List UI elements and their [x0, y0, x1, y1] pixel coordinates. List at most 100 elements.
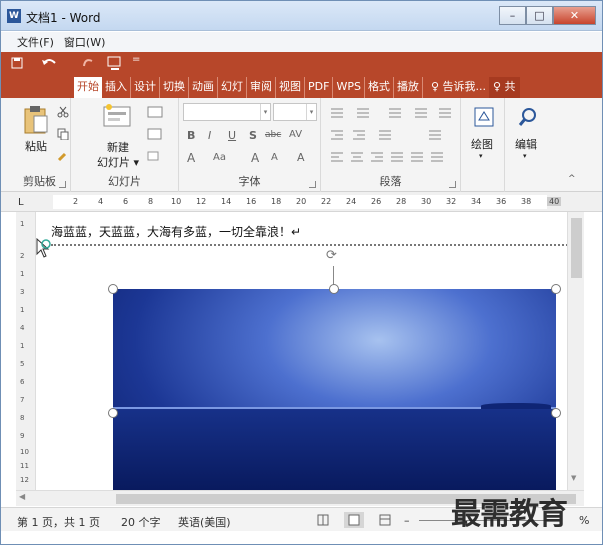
word-app-icon: W [7, 9, 21, 23]
save-icon[interactable] [11, 57, 23, 69]
scroll-down-icon[interactable]: ▼ [571, 474, 576, 482]
tab-playback[interactable]: 播放 [394, 77, 423, 98]
resize-handle-n[interactable] [329, 284, 339, 294]
rotate-handle-icon[interactable]: ⟳ [326, 248, 337, 263]
copy-icon[interactable] [57, 128, 69, 140]
ruler-tick: 36 [496, 197, 507, 206]
clear-format-button[interactable]: A [297, 151, 305, 164]
ruler-tick: 22 [321, 197, 332, 206]
shrink-font-button[interactable]: A [271, 152, 278, 163]
tab-pdf[interactable]: PDF [305, 77, 334, 98]
paragraph-group-label: 段落 [379, 175, 402, 188]
tab-wps[interactable]: WPS [333, 77, 365, 98]
bold-button[interactable]: B [187, 129, 195, 142]
vertical-scrollbar[interactable]: ▼ [567, 212, 584, 490]
tab-review[interactable]: 审阅 [247, 77, 276, 98]
tell-me-search[interactable]: ♀ 告诉我... [423, 77, 489, 98]
window-controls: – □ ✕ [499, 6, 596, 25]
scroll-left-icon[interactable]: ◀ [19, 492, 25, 501]
scroll-thumb[interactable] [571, 218, 582, 278]
word-window: W 文档1 - Word – □ ✕ 文件(F) 窗口(W) = 开始 插入 设… [0, 0, 603, 545]
tab-animations[interactable]: 动画 [189, 77, 218, 98]
language-status[interactable]: 英语(美国) [178, 514, 231, 530]
customize-icon[interactable]: = [132, 54, 140, 65]
ruler-tick: 8 [148, 197, 154, 206]
grow-font-button[interactable]: A [251, 151, 259, 165]
layout-icon[interactable] [147, 106, 167, 118]
font-launcher-icon[interactable] [309, 181, 316, 188]
paste-icon[interactable] [23, 104, 49, 134]
font-name-combo[interactable]: ▾ [183, 103, 271, 121]
section-icon[interactable] [147, 150, 165, 162]
minimize-button[interactable]: – [499, 6, 526, 25]
resize-handle-w[interactable] [108, 408, 118, 418]
new-slide-dropdown[interactable]: 幻灯片 ▾ [97, 154, 139, 170]
restore-button[interactable]: □ [526, 6, 553, 25]
tab-selector[interactable]: L [18, 197, 24, 208]
zoom-out-icon[interactable]: – [404, 514, 410, 527]
find-icon[interactable] [517, 106, 539, 128]
image-sea [113, 409, 556, 494]
zoom-level[interactable]: % [579, 514, 589, 527]
format-painter-icon[interactable] [57, 150, 69, 162]
new-slide-label[interactable]: 新建 [107, 139, 129, 155]
vruler-tick: 1 [20, 306, 25, 314]
close-button[interactable]: ✕ [553, 6, 596, 25]
share-button[interactable]: ♀ 共 [488, 77, 520, 98]
list-buttons-icon[interactable] [329, 106, 455, 120]
vruler-tick: 3 [20, 288, 25, 296]
reset-icon[interactable] [147, 128, 163, 140]
print-layout-icon[interactable] [344, 512, 364, 528]
horizontal-ruler[interactable]: 2 4 6 8 10 12 14 16 18 20 22 24 26 28 30… [1, 192, 602, 212]
resize-handle-ne[interactable] [551, 284, 561, 294]
italic-button[interactable]: I [208, 129, 211, 142]
read-mode-icon[interactable] [317, 514, 329, 526]
tab-home[interactable]: 开始 [74, 77, 102, 98]
word-count[interactable]: 20 个字 [121, 514, 161, 530]
redo-icon[interactable] [81, 56, 95, 70]
collapse-ribbon-icon[interactable]: ^ [568, 174, 576, 184]
vertical-ruler[interactable]: 1 2 1 3 1 4 1 5 6 7 8 9 10 11 12 [16, 212, 36, 490]
tab-slideshow[interactable]: 幻灯 [218, 77, 247, 98]
paragraph-group: 段落 [321, 98, 461, 192]
clipboard-group: 粘贴 剪贴板 [1, 98, 71, 192]
web-layout-icon[interactable] [379, 514, 391, 526]
selected-image[interactable] [113, 289, 556, 494]
touch-mode-icon[interactable] [107, 56, 123, 71]
shapes-icon[interactable] [473, 106, 495, 128]
drawing-button[interactable]: 绘图 [471, 136, 493, 152]
resize-handle-nw[interactable] [108, 284, 118, 294]
paste-button[interactable]: 粘贴 [25, 138, 47, 154]
indent-buttons-icon[interactable] [329, 128, 455, 142]
vruler-tick: 5 [20, 360, 25, 368]
paragraph-launcher-icon[interactable] [449, 181, 456, 188]
shadow-button[interactable]: S [249, 129, 257, 142]
tab-format[interactable]: 格式 [365, 77, 394, 98]
ruler-tick: 40 [547, 197, 562, 206]
underline-button[interactable]: U [228, 129, 236, 142]
char-spacing-button[interactable]: AV [289, 129, 302, 140]
tab-insert[interactable]: 插入 [102, 77, 131, 98]
tab-design[interactable]: 设计 [131, 77, 160, 98]
undo-icon[interactable] [41, 56, 57, 70]
editing-button[interactable]: 编辑 [515, 136, 537, 152]
menu-window[interactable]: 窗口(W) [64, 34, 105, 50]
clipboard-launcher-icon[interactable] [59, 181, 66, 188]
strikethrough-button[interactable]: abc [265, 130, 281, 140]
tab-view[interactable]: 视图 [276, 77, 305, 98]
cut-icon[interactable] [57, 106, 69, 118]
change-case-button[interactable]: Aa [213, 152, 226, 163]
menu-file[interactable]: 文件(F) [17, 34, 54, 50]
tab-transitions[interactable]: 切换 [160, 77, 189, 98]
new-slide-icon[interactable] [103, 104, 133, 128]
font-color-button[interactable]: A [187, 151, 195, 165]
ruler-tick: 10 [171, 197, 182, 206]
resize-handle-e[interactable] [551, 408, 561, 418]
vruler-tick: 7 [20, 396, 25, 404]
header-text[interactable]: 海蓝蓝，天蓝蓝，大海有多蓝，一切全靠浪！↵ [51, 223, 301, 240]
ruler-tick: 18 [271, 197, 282, 206]
page-count[interactable]: 第 1 页，共 1 页 [17, 514, 100, 530]
align-buttons-icon[interactable] [329, 150, 455, 164]
font-size-combo[interactable]: ▾ [273, 103, 317, 121]
vruler-tick: 11 [20, 462, 29, 470]
